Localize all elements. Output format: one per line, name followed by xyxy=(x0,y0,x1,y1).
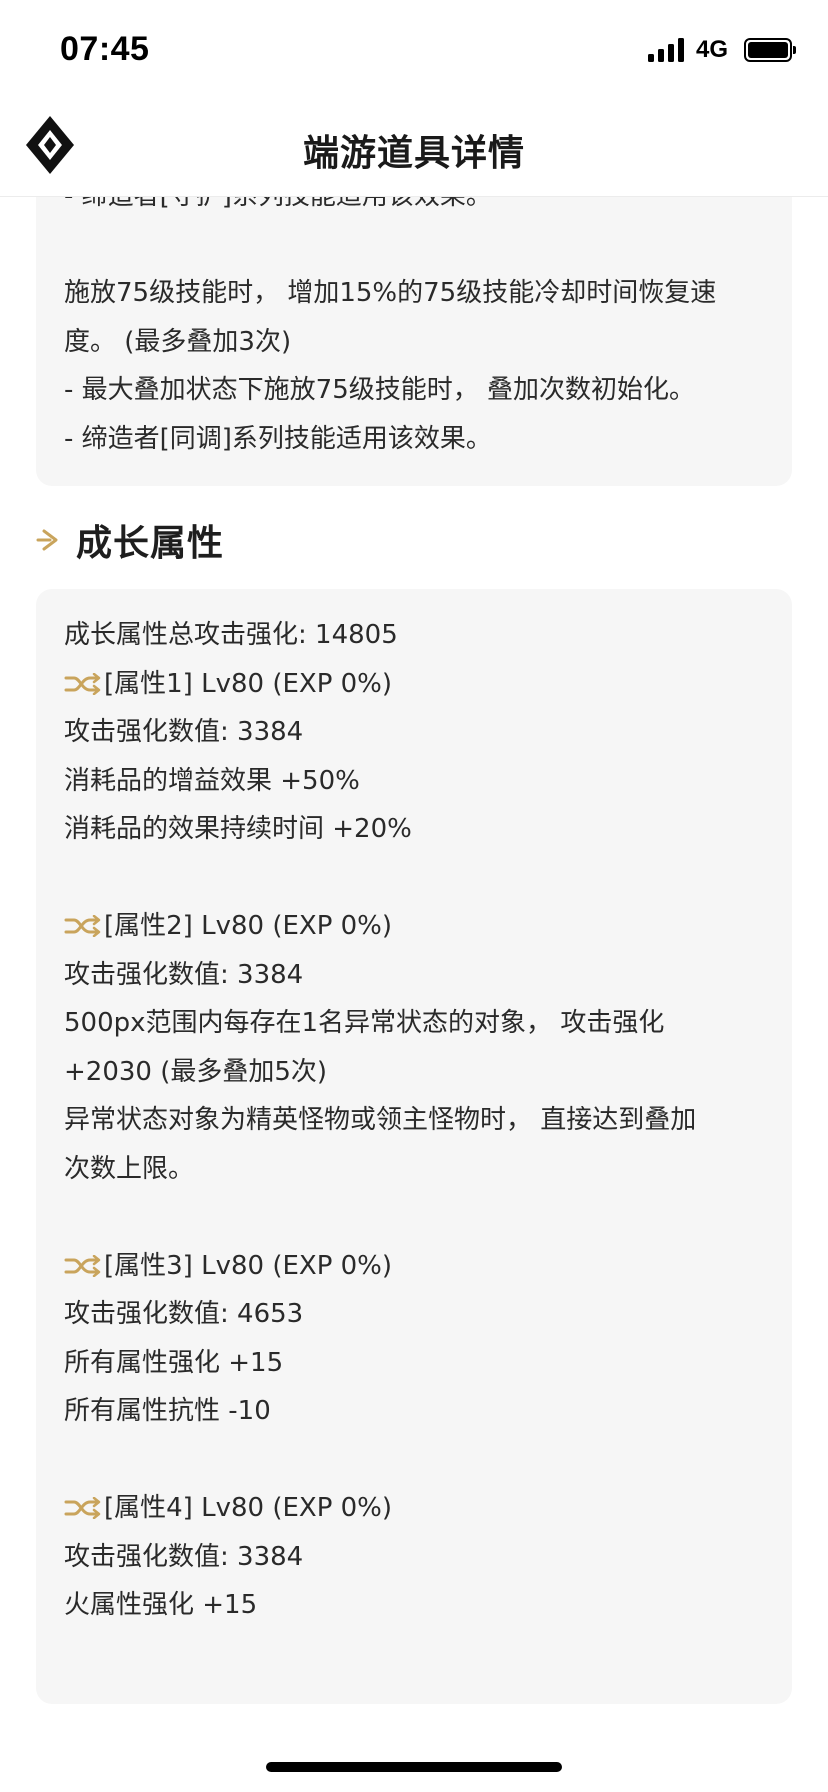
attribute-line: 攻击强化数值: 3384 xyxy=(64,717,304,747)
status-bar: 07:45 4G xyxy=(0,0,828,98)
attribute-line: 攻击强化数值: 3384 xyxy=(64,959,304,990)
text-line: - 缔造者[同调]系列技能适用该效果。 xyxy=(64,423,492,454)
growth-attributes-card: 成长属性总攻击强化: 14805 [属性1] Lv80 (EXP 0%) 攻击强… xyxy=(36,589,792,1704)
attribute-line: 所有属性强化 +15 xyxy=(64,1347,284,1378)
attribute-line: 消耗品的效果持续时间 +20% xyxy=(64,814,412,844)
attribute-line: 攻击强化数值: 3384 xyxy=(64,1541,304,1572)
shuffle-icon xyxy=(64,1254,101,1277)
section-title-growth: 成长属性 xyxy=(36,514,224,566)
text-line: 度。 (最多叠加3次) xyxy=(64,326,292,357)
attribute-header: [属性4] Lv80 (EXP 0%) xyxy=(64,1484,764,1533)
attribute-header: [属性3] Lv80 (EXP 0%) xyxy=(64,1242,764,1291)
attribute-line: 500px范围内每存在1名异常状态的对象， 攻击强化 xyxy=(64,1008,665,1038)
status-time: 07:45 xyxy=(60,30,150,68)
attribute-line: 消耗品的增益效果 +50% xyxy=(64,765,360,796)
page-title: 端游道具详情 xyxy=(302,133,525,174)
attribute-header: [属性2] Lv80 (EXP 0%) xyxy=(64,902,764,951)
skill-effect-card: - 缔造者[守护]系列技能适用该效果。 施放75级技能时， 增加15%的75级技… xyxy=(36,196,792,486)
signal-strength-icon xyxy=(647,38,684,62)
attribute-header-text: [属性3] Lv80 (EXP 0%) xyxy=(104,1250,393,1281)
attribute-header-text: [属性4] Lv80 (EXP 0%) xyxy=(104,1493,393,1523)
shuffle-icon xyxy=(64,1497,101,1520)
attribute-header: [属性1] Lv80 (EXP 0%) xyxy=(64,660,764,709)
arrow-right-icon xyxy=(36,529,58,551)
attribute-line: +2030 (最多叠加5次) xyxy=(64,1056,328,1087)
text-line: - 缔造者[守护]系列技能适用该效果。 xyxy=(64,196,492,211)
attribute-line: 异常状态对象为精英怪物或领主怪物时， 直接达到叠加 xyxy=(64,1105,697,1135)
attribute-line: 火属性强化 +15 xyxy=(64,1590,258,1620)
attribute-header-text: [属性1] Lv80 (EXP 0%) xyxy=(104,668,393,699)
home-indicator[interactable] xyxy=(266,1762,562,1772)
skill-effect-lines: - 缔造者[守护]系列技能适用该效果。 施放75级技能时， 增加15%的75级技… xyxy=(64,196,716,463)
network-type: 4G xyxy=(695,36,728,63)
attribute-line: 攻击强化数值: 4653 xyxy=(64,1299,304,1329)
text-line: 施放75级技能时， 增加15%的75级技能冷却时间恢复速 xyxy=(64,278,717,308)
shuffle-icon xyxy=(64,672,101,695)
battery-icon xyxy=(744,38,796,62)
growth-total: 成长属性总攻击强化: 14805 xyxy=(64,620,398,650)
content-area[interactable]: - 缔造者[守护]系列技能适用该效果。 施放75级技能时， 增加15%的75级技… xyxy=(0,196,828,1792)
attribute-line: 次数上限。 xyxy=(64,1153,195,1184)
attribute-header-text: [属性2] Lv80 (EXP 0%) xyxy=(104,911,393,941)
status-indicators: 4G xyxy=(647,36,796,64)
page-header: 端游道具详情 xyxy=(0,98,828,197)
shuffle-icon xyxy=(64,915,101,938)
text-line: - 最大叠加状态下施放75级技能时， 叠加次数初始化。 xyxy=(64,375,695,405)
attribute-line: 所有属性抗性 -10 xyxy=(64,1396,271,1426)
section-title-text: 成长属性 xyxy=(76,523,225,564)
